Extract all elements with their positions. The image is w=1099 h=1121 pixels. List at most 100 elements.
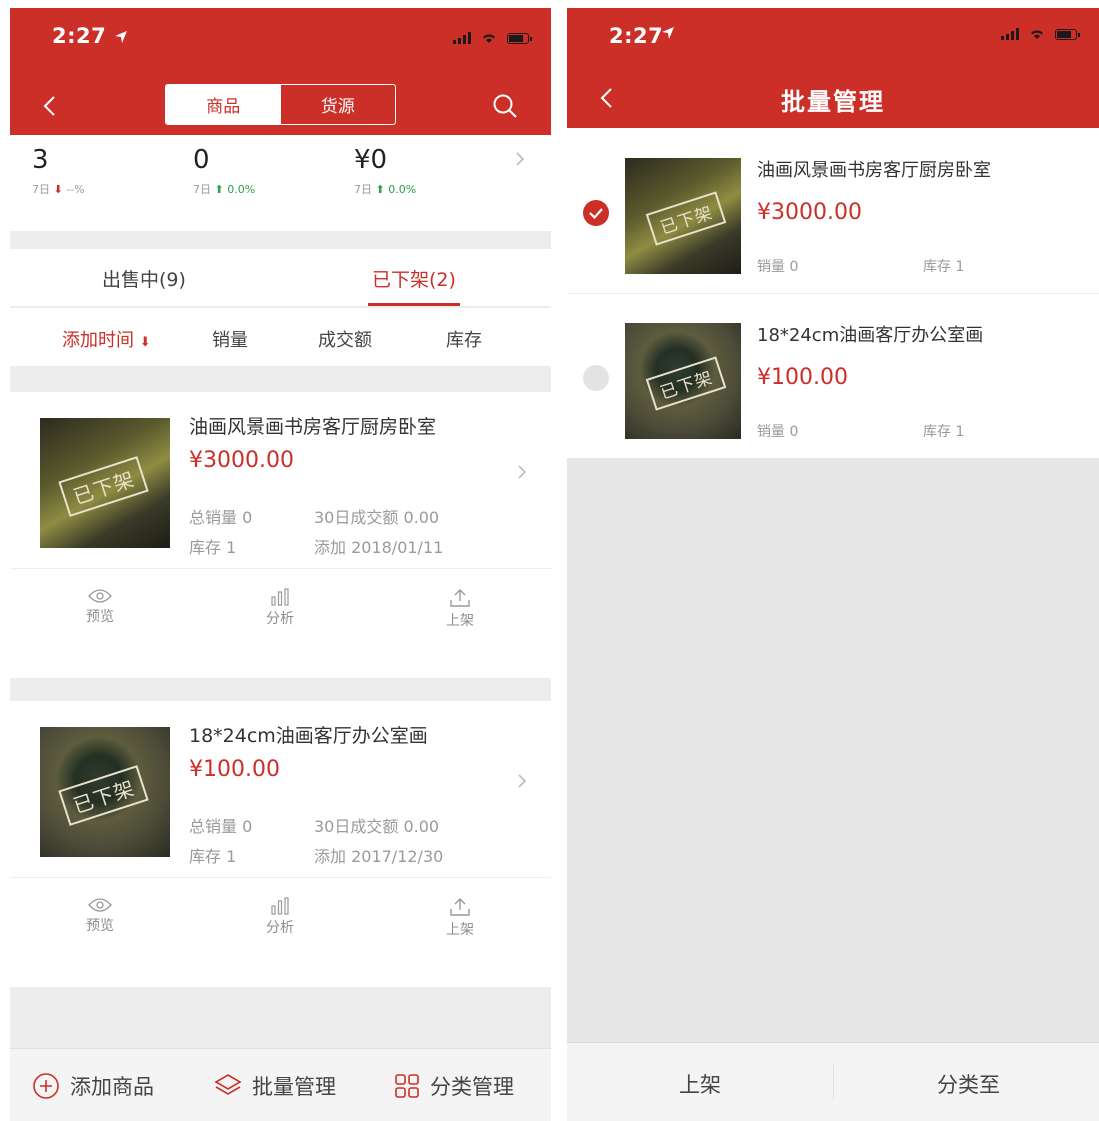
wifi-icon (483, 34, 495, 43)
divider (10, 877, 551, 878)
product-price: ¥3000.00 (757, 200, 862, 225)
tab-supply[interactable]: 货源 (281, 85, 396, 124)
list-item[interactable]: 已下架 油画风景画书房客厅厨房卧室 ¥3000.00 销量 0 库存 1 (567, 128, 1099, 294)
analysis-button[interactable]: 分析 (240, 588, 320, 628)
product-price: ¥100.00 (757, 365, 848, 390)
sales: 销量 0 (757, 259, 799, 275)
sort-add-time[interactable]: 添加时间 ⬇ (62, 326, 151, 352)
bar-chart-icon (271, 588, 289, 606)
active-tab-indicator (368, 303, 460, 306)
stock: 库存 1 (189, 847, 237, 866)
add-product-button[interactable]: 添加商品 (32, 1071, 154, 1101)
search-icon[interactable] (492, 93, 518, 119)
batch-action-bar: 上架 分类至 (567, 1042, 1099, 1121)
product-thumbnail: 已下架 (40, 418, 170, 548)
preview-button[interactable]: 预览 (60, 897, 140, 935)
checkmark-icon (589, 208, 603, 220)
status-time: 2:27 (52, 24, 107, 48)
list-button[interactable]: 上架 (420, 588, 500, 630)
category-manage-button[interactable]: 分类管理 (394, 1071, 514, 1101)
upload-icon (450, 898, 470, 916)
checkbox-checked[interactable] (583, 200, 609, 226)
stat-orders: 3 7日 ⬇ --% (32, 145, 85, 197)
chevron-right-icon (516, 152, 525, 166)
sort-sales[interactable]: 销量 (212, 326, 248, 352)
product-thumbnail: 已下架 (625, 323, 741, 439)
bar-chart-icon (271, 897, 289, 915)
chevron-right-icon (518, 465, 527, 479)
status-tabs: 出售中(9) 已下架(2) (10, 249, 551, 307)
tab-on-sale[interactable]: 出售中(9) (102, 265, 186, 292)
grid-icon (395, 1074, 419, 1098)
nav-header: 2:27 批量管理 (567, 8, 1099, 128)
sales: 销量 0 (757, 424, 799, 440)
stat-value: ¥0 (354, 145, 388, 175)
product-card[interactable]: 已下架 油画风景画书房客厅厨房卧室 ¥3000.00 总销量 0 30日成交额 … (10, 392, 551, 678)
bottom-toolbar: 添加商品 批量管理 分类管理 (10, 1048, 551, 1121)
stat-revenue: ¥0 7日 ⬆ 0.0% (354, 145, 416, 197)
tab-off-shelf[interactable]: 已下架(2) (372, 265, 456, 292)
divider (833, 1065, 834, 1099)
location-arrow-icon (662, 27, 674, 39)
divider (10, 568, 551, 569)
stat-change: 7日 ⬆ 0.0% (193, 183, 256, 196)
upload-icon (450, 589, 470, 607)
product-name: 18*24cm油画客厅办公室画 (189, 725, 428, 747)
wifi-icon (1031, 30, 1043, 39)
sort-turnover[interactable]: 成交额 (318, 326, 372, 352)
eye-icon (88, 898, 112, 912)
added-date: 添加 2018/01/11 (314, 538, 444, 557)
battery-icon (507, 32, 532, 44)
status-icons (1001, 28, 1080, 40)
stat-change: 7日 ⬇ --% (32, 183, 85, 196)
stock: 库存 1 (189, 538, 237, 557)
back-arrow-icon[interactable] (40, 94, 60, 118)
analysis-button[interactable]: 分析 (240, 897, 320, 937)
stat-change: 7日 ⬆ 0.0% (354, 183, 417, 196)
product-price: ¥3000.00 (189, 448, 294, 473)
product-thumbnail: 已下架 (40, 727, 170, 857)
batch-manage-button[interactable]: 批量管理 (214, 1071, 336, 1101)
product-thumbnail: 已下架 (625, 158, 741, 274)
checkbox-unchecked[interactable] (583, 365, 609, 391)
plus-circle-icon (33, 1073, 59, 1099)
status-time: 2:27 (609, 24, 664, 48)
stat-visitors: 0 7日 ⬆ 0.0% (193, 145, 255, 197)
list-button[interactable]: 上架 (679, 1069, 721, 1099)
layers-icon (214, 1074, 242, 1095)
stat-value: 0 (193, 145, 210, 175)
signal-icon (1001, 28, 1019, 40)
stat-value: 3 (32, 145, 49, 175)
stock: 库存 1 (923, 424, 965, 440)
turnover-30d: 30日成交额 0.00 (314, 508, 440, 527)
stats-panel[interactable]: 3 7日 ⬇ --% 0 7日 ⬆ 0.0% ¥0 7日 ⬆ 0.0% (10, 135, 551, 231)
list-item[interactable]: 已下架 18*24cm油画客厅办公室画 ¥100.00 销量 0 库存 1 (567, 293, 1099, 458)
sort-stock[interactable]: 库存 (446, 326, 482, 352)
location-arrow-icon (115, 31, 127, 43)
tab-goods[interactable]: 商品 (166, 85, 281, 124)
batch-product-list: 已下架 油画风景画书房客厅厨房卧室 ¥3000.00 销量 0 库存 1 已下架… (567, 128, 1099, 458)
list-button[interactable]: 上架 (420, 897, 500, 939)
goods-source-segmented: 商品 货源 (165, 84, 396, 125)
off-shelf-stamp: 已下架 (58, 765, 149, 826)
batch-manage-screen: 2:27 批量管理 已下架 油画风景画书房客厅厨房卧室 ¥3000.00 销量 … (567, 8, 1099, 1121)
chevron-right-icon (518, 774, 527, 788)
preview-button[interactable]: 预览 (60, 588, 140, 626)
off-shelf-stamp: 已下架 (645, 191, 727, 246)
product-name: 18*24cm油画客厅办公室画 (757, 325, 984, 346)
product-price: ¥100.00 (189, 757, 280, 782)
off-shelf-stamp: 已下架 (58, 456, 149, 517)
product-card[interactable]: 已下架 18*24cm油画客厅办公室画 ¥100.00 总销量 0 30日成交额… (10, 701, 551, 987)
signal-icon (453, 32, 471, 44)
product-list-screen: 2:27 商品 货源 3 7日 ⬇ --% 0 7日 ⬆ 0.0% ¥0 7日 … (10, 8, 551, 1121)
product-name: 油画风景画书房客厅厨房卧室 (189, 416, 437, 438)
stock: 库存 1 (923, 259, 965, 275)
total-sales: 总销量 0 (189, 817, 253, 836)
turnover-30d: 30日成交额 0.00 (314, 817, 440, 836)
off-shelf-stamp: 已下架 (645, 356, 727, 411)
battery-icon (1055, 28, 1080, 40)
page-title: 批量管理 (781, 88, 885, 116)
nav-header: 2:27 商品 货源 (10, 8, 551, 135)
categorize-button[interactable]: 分类至 (937, 1069, 1000, 1099)
sort-bar: 添加时间 ⬇ 销量 成交额 库存 (10, 308, 551, 366)
